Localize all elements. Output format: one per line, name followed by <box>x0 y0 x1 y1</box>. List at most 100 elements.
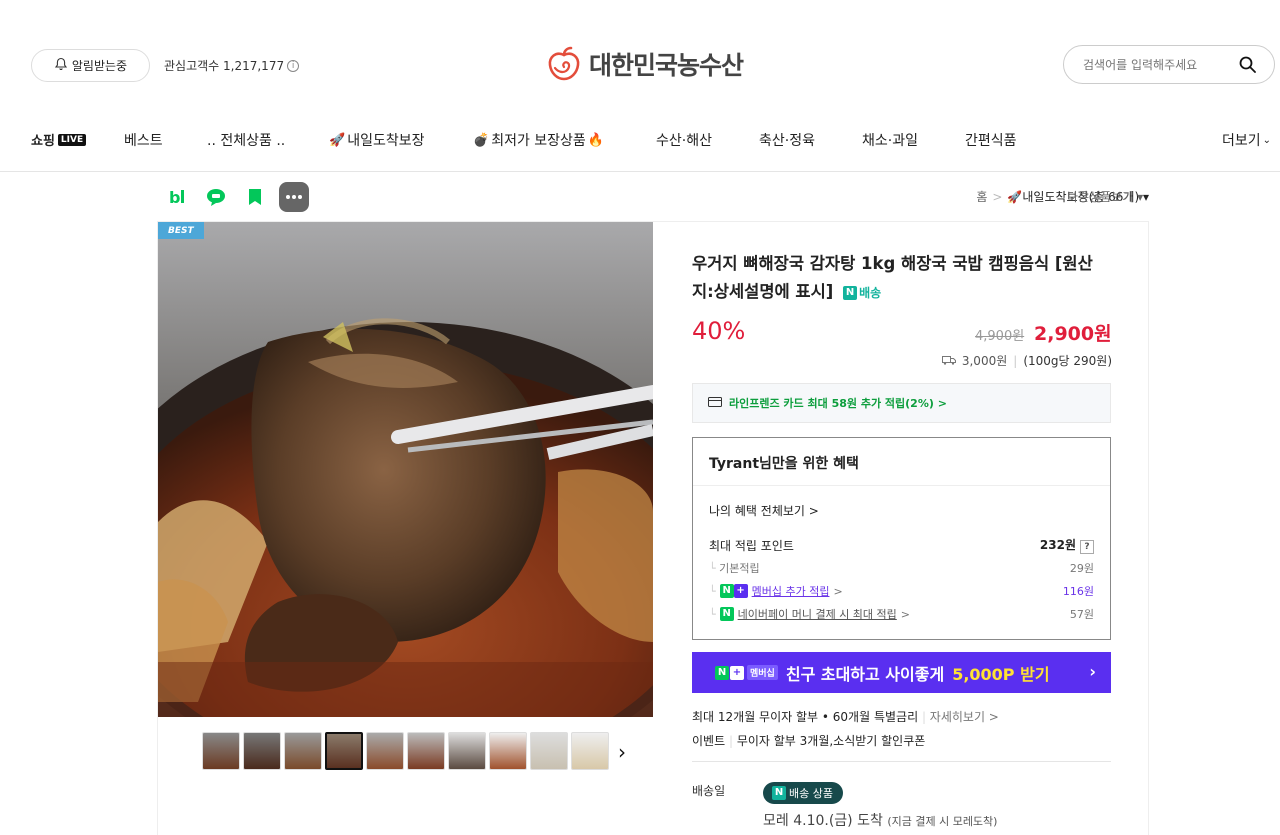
nav-item-convenience[interactable]: 간편식품 <box>965 130 1017 150</box>
n-delivery-pill-label: 배송 상품 <box>789 787 833 800</box>
food-photo <box>158 222 653 717</box>
more-options-icon[interactable] <box>279 182 309 212</box>
product-image[interactable]: BEST <box>158 222 653 717</box>
alarm-button[interactable]: 알림받는중 <box>31 49 150 82</box>
blog-icon[interactable]: b <box>162 182 192 212</box>
nav-item-seafood[interactable]: 수산·해산 <box>656 130 712 150</box>
max-points-label: 최대 적립 포인트 <box>709 538 794 553</box>
nav-item-label: 내일도착보장 <box>347 133 425 149</box>
nav-item-vegetables[interactable]: 채소·과일 <box>862 130 918 150</box>
nav-item-more[interactable]: 더보기 ⌄ <box>1222 130 1271 150</box>
bookmark-icon[interactable] <box>240 182 270 212</box>
npay-icon: N <box>719 607 734 621</box>
category-nav: 쇼핑 LIVE 베스트 .. 전체상품 .. 🚀 내일도착보장 💣 최저가 보장상품 🔥… <box>0 112 1280 172</box>
product-title-text: 우거지 뼈해장국 감자탕 1kg 해장국 국밥 캠핑음식 [원산지:상세설명에 … <box>692 254 1093 301</box>
shipping-fee: 3,000원 <box>961 354 1008 368</box>
sale-price: 2,900원 <box>1034 323 1112 345</box>
thumbnail[interactable] <box>366 732 404 770</box>
thumbnail[interactable] <box>202 732 240 770</box>
credit-card-icon <box>708 396 722 410</box>
thumbnail[interactable] <box>243 732 281 770</box>
truck-icon <box>941 354 956 368</box>
chevron-down-icon: ⌄ <box>1262 134 1272 146</box>
event-label: 이벤트 <box>692 734 726 748</box>
store-logo[interactable]: 대한민국농수산 <box>547 46 744 82</box>
installment-info: 최대 12개월 무이자 할부 • 60개월 특별금리 | 자세히보기 > <box>692 710 999 724</box>
chevron-right-icon: > <box>992 189 1003 204</box>
npay-points-row: └ N 네이버페이 머니 결제 시 최대 적립 > 57원 <box>709 606 1094 622</box>
fans-label: 관심고객수 1,217,177 <box>164 59 285 73</box>
search-icon[interactable] <box>1239 56 1256 77</box>
tool-row: b 홈 > 🚀내일도착보장(총 66개) ▾ 다른상품보기 ▾ <box>0 172 1280 220</box>
n-icon: N <box>843 285 858 300</box>
max-points-row: 최대 적립 포인트 232원? <box>709 536 1094 554</box>
nav-item-tomorrow[interactable]: 🚀 내일도착보장 <box>329 130 424 150</box>
delivery-date-label: 배송일 <box>692 784 726 798</box>
alarm-label: 알림받는중 <box>71 59 128 73</box>
n-delivery-pill: N 배송 상품 <box>763 782 843 804</box>
thumbnail[interactable] <box>489 732 527 770</box>
invite-promo-banner[interactable]: N + 멤버십 친구 초대하고 사이좋게 5,000P 받기 › <box>692 652 1111 693</box>
logo-icon <box>548 46 580 81</box>
header: 알림받는중 관심고객수 1,217,177 i 대한민국농수산 <box>0 0 1280 112</box>
nav-item-meat[interactable]: 축산·정육 <box>759 130 815 150</box>
arrival-info: 모레 4.10.(금) 도착 (지금 결제 시 모레도착) <box>763 810 997 830</box>
event-info: 이벤트 | 무이자 할부 3개월,소식받기 할인쿠폰 <box>692 734 926 748</box>
card-benefit-banner[interactable]: 라인프렌즈 카드 최대 58원 추가 적립(2%) > <box>692 383 1111 423</box>
nav-item-all-products[interactable]: .. 전체상품 .. <box>207 130 285 150</box>
arrival-note: (지금 결제 시 모레도착) <box>887 815 998 828</box>
card-benefit-text: 라인프렌즈 카드 최대 58원 추가 적립(2%) > <box>729 397 947 410</box>
talk-icon[interactable] <box>201 182 231 212</box>
thumbnail[interactable] <box>284 732 322 770</box>
fans-count: 관심고객수 1,217,177 i <box>164 57 300 74</box>
my-benefit-link[interactable]: 나의 혜택 전체보기 > <box>709 502 819 519</box>
rocket-icon: 🚀 <box>329 132 346 148</box>
nav-shopping-live[interactable]: 쇼핑 LIVE <box>31 130 87 149</box>
info-icon[interactable]: i <box>287 59 300 72</box>
search-input[interactable] <box>1083 57 1233 72</box>
fire-icon: 🔥 <box>587 132 604 148</box>
breadcrumb-home[interactable]: 홈 <box>976 188 987 205</box>
promo-text: 친구 초대하고 사이좋게 <box>785 664 945 684</box>
shipping-info: 3,000원 | (100g당 290원) <box>941 352 1112 369</box>
bell-icon <box>54 57 68 74</box>
naver-plus-icon: N + <box>719 584 748 598</box>
original-price: 4,900원 <box>975 329 1025 344</box>
installment-text: 최대 12개월 무이자 할부 • 60개월 특별금리 <box>692 710 919 724</box>
nav-item-best[interactable]: 베스트 <box>124 130 163 150</box>
benefit-box: Tyrant님만을 위한 혜택 나의 혜택 전체보기 > 최대 적립 포인트 2… <box>692 437 1111 640</box>
nav-item-label: 더보기 <box>1222 133 1261 149</box>
bomb-icon: 💣 <box>473 132 490 148</box>
help-icon[interactable]: ? <box>1080 540 1094 554</box>
thumbnail[interactable] <box>530 732 568 770</box>
nav-item-lowest-price[interactable]: 💣 최저가 보장상품 🔥 <box>473 130 604 150</box>
divider <box>692 761 1111 762</box>
installment-more-link[interactable]: 자세히보기 > <box>930 710 999 724</box>
svg-text:b: b <box>169 188 180 206</box>
thumbnail[interactable] <box>571 732 609 770</box>
arrival-date: 모레 4.10.(금) 도착 <box>763 813 883 829</box>
n-delivery-badge: N 배송 <box>843 279 881 307</box>
live-badge: LIVE <box>57 133 87 146</box>
npay-value: 57원 <box>1069 608 1094 621</box>
nav-item-label: 쇼핑 <box>31 134 55 149</box>
membership-points-row: └ N + 멤버십 추가 적립 > 116원 <box>709 583 1094 599</box>
search-box[interactable] <box>1063 45 1275 84</box>
product-title: 우거지 뼈해장국 감자탕 1kg 해장국 국밥 캠핑음식 [원산지:상세설명에 … <box>692 250 1112 307</box>
basic-points-row: └ 기본적립 29원 <box>709 562 1094 575</box>
discount-rate: 40% <box>692 317 746 345</box>
thumbnail[interactable] <box>448 732 486 770</box>
basic-label: 기본적립 <box>719 562 760 575</box>
thumbnail[interactable] <box>407 732 445 770</box>
thumbnail-selected[interactable] <box>325 732 363 770</box>
npay-link[interactable]: 네이버페이 머니 결제 시 최대 적립 <box>738 606 897 622</box>
max-points-value: 232원 <box>1039 538 1076 552</box>
chevron-right-icon[interactable]: › <box>618 740 626 764</box>
other-products-dropdown[interactable]: 다른상품보기 ▾ <box>1067 188 1143 205</box>
membership-value: 116원 <box>1062 585 1094 598</box>
membership-badge: N + 멤버십 <box>715 665 778 680</box>
membership-link[interactable]: 멤버십 추가 적립 <box>752 583 830 599</box>
logo-text: 대한민국농수산 <box>589 51 744 80</box>
membership-badge-label: 멤버십 <box>747 665 778 680</box>
event-text: 무이자 할부 3개월,소식받기 할인쿠폰 <box>736 734 926 748</box>
